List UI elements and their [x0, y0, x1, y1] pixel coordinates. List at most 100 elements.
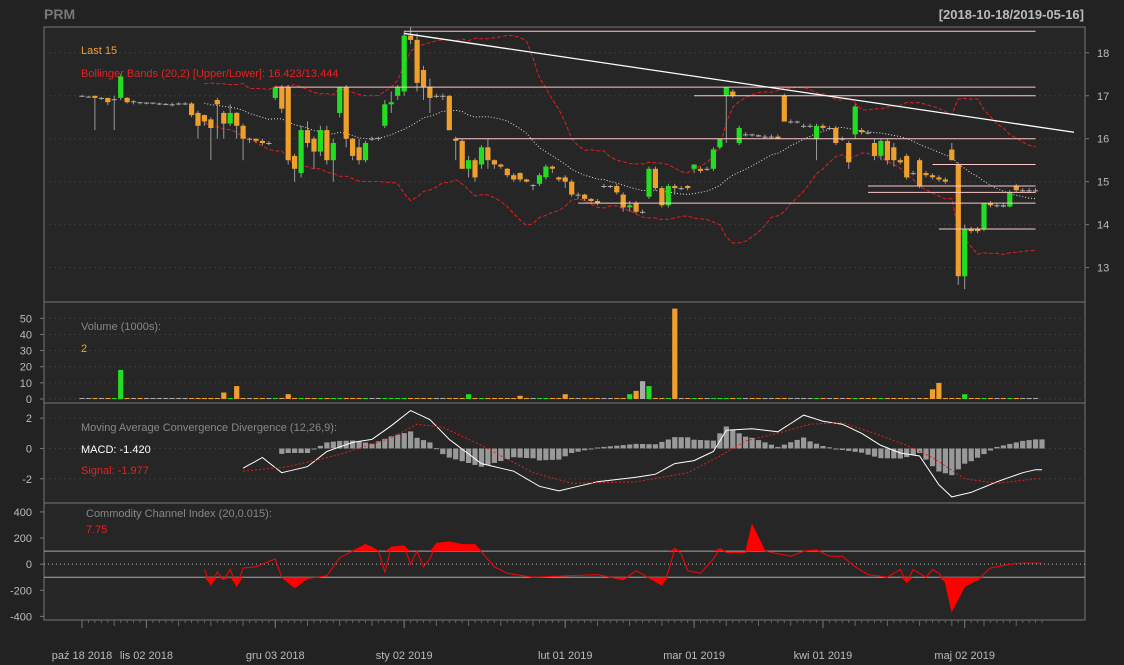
candle-body: [330, 143, 336, 161]
volume-bar: [440, 398, 446, 399]
cci-tick-label: -200: [10, 585, 32, 597]
macd-histogram-bar: [672, 437, 678, 449]
macd-histogram-bar: [491, 448, 497, 463]
macd-histogram-bar: [865, 448, 871, 455]
volume-bar: [723, 398, 729, 399]
candle-body: [582, 194, 588, 199]
volume-bar: [369, 398, 375, 399]
volume-bar: [813, 398, 820, 399]
macd-histogram-bar: [994, 446, 1000, 449]
macd-histogram-bar: [627, 444, 633, 449]
candle-body: [536, 175, 543, 184]
volume-tick-label: 40: [20, 329, 32, 341]
volume-bar: [543, 398, 549, 399]
volume-tick-label: 30: [20, 346, 32, 358]
volume-bar: [201, 398, 207, 399]
date-range: [2018-10-18/2019-05-16]: [939, 7, 1084, 22]
cci-tick-label: 400: [14, 507, 32, 519]
candle-body: [923, 173, 929, 176]
volume-bar: [311, 398, 317, 399]
volume-bar: [85, 398, 92, 399]
macd-histogram-bar: [730, 429, 736, 449]
macd-histogram-bar: [659, 441, 665, 449]
volume-bar: [150, 398, 156, 399]
volume-bar: [356, 398, 362, 399]
candle-body: [962, 229, 968, 277]
macd-histogram-bar: [646, 444, 652, 449]
volume-bar: [208, 398, 214, 399]
candle-body: [266, 143, 272, 144]
macd-histogram-bar: [775, 446, 781, 449]
macd-histogram-bar: [697, 440, 704, 449]
volume-bar: [1000, 398, 1006, 399]
macd-histogram-bar: [781, 444, 787, 449]
candle-body: [904, 155, 910, 178]
candle-body: [1033, 190, 1039, 192]
candle-body: [388, 102, 394, 105]
price-axis-tick-label: 13: [1097, 263, 1109, 275]
macd-histogram-bar: [311, 448, 317, 450]
macd-histogram-bar: [975, 448, 981, 458]
candle-body: [324, 130, 330, 161]
candle-body: [620, 194, 626, 208]
candle-body: [678, 188, 684, 190]
volume-bar: [517, 395, 523, 399]
volume-bar: [1020, 398, 1026, 399]
volume-bar: [79, 398, 85, 399]
candle-body: [214, 100, 220, 105]
cci-last-value: 7.75: [86, 524, 107, 536]
volume-bar: [801, 398, 807, 399]
candle-body: [607, 186, 613, 187]
volume-bar: [408, 398, 414, 399]
candle-body: [491, 160, 497, 165]
volume-bar: [871, 398, 878, 399]
candle-body: [865, 132, 871, 134]
volume-bar: [672, 308, 678, 399]
macd-histogram-bar: [362, 442, 369, 449]
candle-body: [253, 138, 259, 141]
candle-body: [562, 177, 568, 182]
volume-bar: [189, 398, 195, 399]
candle-body: [98, 97, 104, 99]
candle-body: [672, 186, 678, 189]
candle-body: [788, 121, 794, 123]
volume-bar: [143, 398, 150, 399]
macd-histogram-bar: [440, 448, 446, 455]
candle-body: [150, 102, 156, 104]
candle-body: [736, 128, 742, 143]
candle-body: [362, 143, 369, 161]
candle-body: [285, 87, 291, 161]
macd-histogram-bar: [923, 448, 929, 460]
volume-bar: [350, 398, 356, 399]
volume-bar: [362, 398, 369, 399]
price-axis-tick-label: 16: [1097, 134, 1109, 146]
volume-bar: [665, 398, 671, 399]
macd-histogram-bar: [446, 448, 452, 458]
volume-bar: [859, 398, 865, 399]
candle-body: [459, 140, 465, 169]
candle-body: [356, 147, 362, 161]
macd-histogram-bar: [588, 448, 594, 450]
candle-body: [485, 147, 491, 161]
candle-body: [813, 125, 820, 139]
candle-body: [665, 186, 671, 206]
macd-histogram-bar: [955, 448, 961, 470]
candle-body: [311, 138, 317, 152]
candle-body: [176, 103, 182, 105]
candle-body: [1013, 186, 1019, 191]
cci-title-label: Commodity Channel Index (20,0.015):: [86, 508, 272, 520]
candle-body: [201, 115, 207, 122]
macd-histogram-bar: [498, 448, 504, 461]
macd-histogram-bar: [794, 439, 800, 449]
macd-title-label: Moving Average Convergence Divergence (1…: [81, 422, 337, 434]
macd-histogram-bar: [640, 444, 646, 449]
candle-body: [85, 96, 92, 98]
volume-bar: [337, 398, 343, 399]
volume-bar: [904, 398, 910, 399]
candle-body: [472, 160, 478, 178]
candle-body: [633, 203, 639, 212]
macd-histogram-bar: [395, 434, 401, 449]
macd-histogram-bar: [826, 447, 832, 449]
candle-body: [240, 125, 246, 139]
volume-bar: [691, 398, 697, 399]
